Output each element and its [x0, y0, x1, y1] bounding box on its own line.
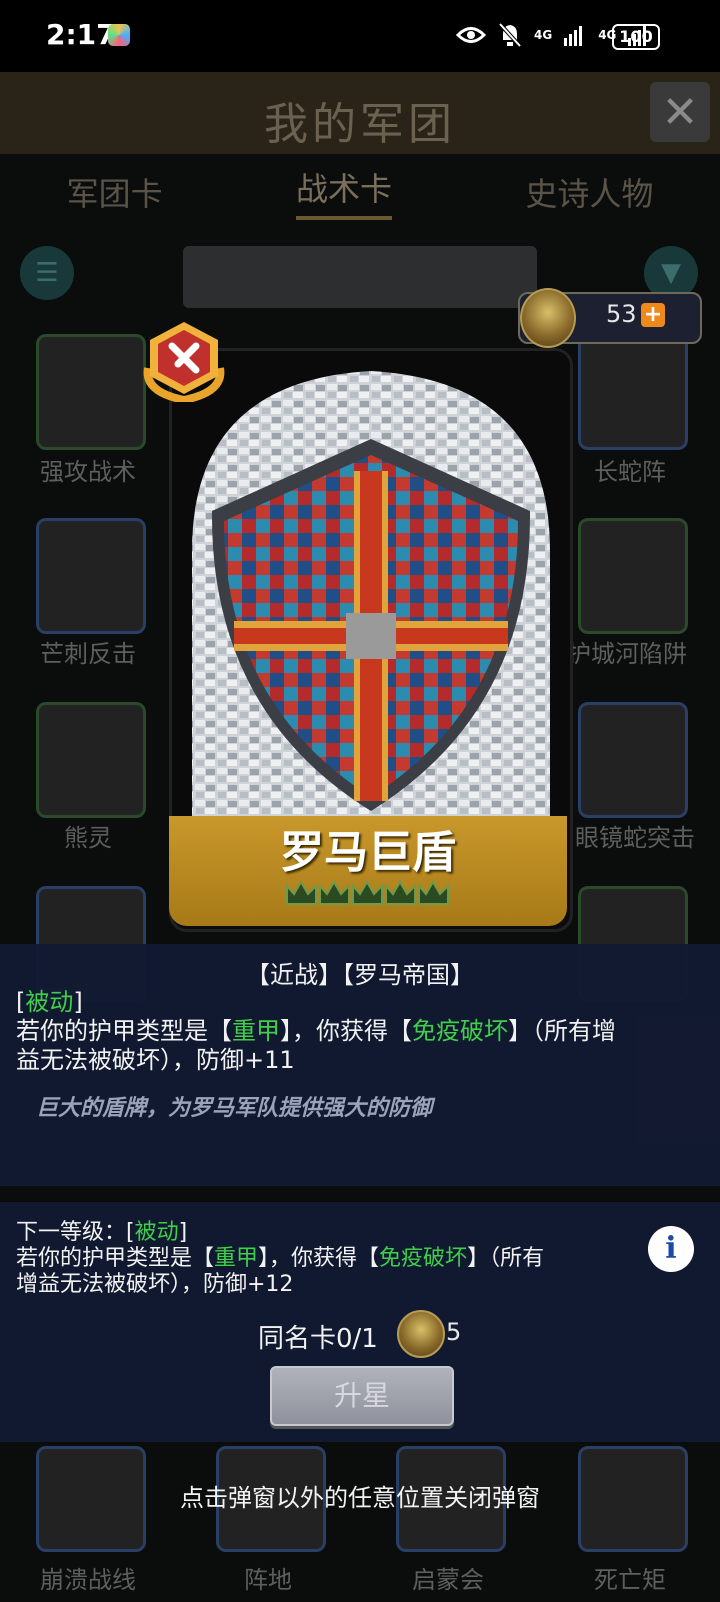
- card-name: 罗马巨盾: [280, 827, 456, 878]
- add-medal-button[interactable]: +: [641, 303, 665, 327]
- bg-card-5: [578, 334, 688, 450]
- medal-amount: 53: [606, 300, 637, 328]
- bg-card-label-10: 阵地: [244, 1566, 292, 1594]
- bell-mute-icon: [498, 22, 522, 48]
- background-close-icon: ✕: [650, 82, 710, 142]
- crown-icon-2: [319, 880, 350, 905]
- roman-shield-artwork: [172, 351, 570, 821]
- bg-card-label-12: 死亡矩: [594, 1566, 666, 1594]
- battery-indicator: 100: [612, 24, 660, 50]
- effect-desc-line-1: 若你的护甲类型是【重甲】，你获得【免疫破坏】（所有增: [16, 1017, 616, 1046]
- desc-text-2: 】，你获得【: [280, 1017, 412, 1045]
- bg-card-1: [36, 334, 146, 450]
- background-title: 我的军团: [264, 99, 456, 150]
- effect-keyword: 免疫破坏: [412, 1017, 508, 1045]
- crown-icon-1: [286, 880, 317, 905]
- effect-desc-line-2: 益无法被破坏），防御+11: [16, 1046, 295, 1074]
- next-desc-text-1: 若你的护甲类型是【: [16, 1246, 215, 1271]
- bg-card-label-5: 长蛇阵: [594, 458, 666, 486]
- background-search-bar: [183, 246, 537, 308]
- flavor-text: 巨大的盾牌，为罗马军队提供强大的防御: [36, 1096, 433, 1121]
- bg-card-7: [578, 702, 688, 818]
- bg-card-label-3: 熊灵: [64, 824, 112, 852]
- bg-card-3: [36, 702, 146, 818]
- bg-card-label-7: 眼镜蛇突击: [575, 824, 695, 852]
- card-tags: 【近战】【罗马帝国】: [246, 961, 474, 989]
- next-desc-text-3: 】（所有: [467, 1246, 545, 1271]
- background-tabs: 军团卡 战术卡 史诗人物: [0, 162, 720, 222]
- tab-legion-cards: 军团卡: [66, 175, 163, 213]
- bg-card-label-2: 芒刺反击: [40, 640, 136, 668]
- card-star-rating: [285, 878, 451, 912]
- upgrade-star-button[interactable]: 升星: [270, 1366, 454, 1426]
- desc-text-3: 】（所有增: [508, 1017, 616, 1045]
- medal-icon: [520, 288, 576, 348]
- armor-keyword: 重甲: [232, 1017, 280, 1045]
- effect-type-line: [被动]: [16, 988, 83, 1016]
- info-button[interactable]: i: [648, 1226, 694, 1272]
- bg-card-label-1: 强攻战术: [40, 458, 136, 486]
- desc-text-1: 若你的护甲类型是【: [16, 1017, 232, 1045]
- bg-card-label-11: 启蒙会: [412, 1566, 484, 1594]
- next-level-type-line: 下一等级：[被动]: [16, 1220, 188, 1245]
- menu-list-icon: ☰: [20, 246, 74, 300]
- next-level-type: 被动: [134, 1220, 179, 1245]
- crown-icon-4: [385, 880, 416, 905]
- upgrade-medal-cost: 5: [446, 1318, 462, 1346]
- next-effect-keyword: 免疫破坏: [379, 1246, 468, 1271]
- next-level-label: 下一等级：: [16, 1220, 127, 1245]
- status-time: 2:17: [46, 18, 116, 51]
- bg-card-label-9: 崩溃战线: [40, 1566, 136, 1594]
- duplicate-card-count: 同名卡0/1: [258, 1324, 378, 1354]
- next-level-desc-line-2: 增益无法被破坏），防御+12: [16, 1272, 294, 1297]
- rank-badge-icon: [143, 322, 225, 402]
- next-level-desc-line-1: 若你的护甲类型是【重甲】，你获得【免疫破坏】（所有: [16, 1244, 544, 1273]
- bg-card-label-6: 护城河陷阱: [567, 640, 687, 668]
- tab-epic-heroes: 史诗人物: [525, 175, 654, 213]
- next-desc-text-2: 】，你获得【: [258, 1246, 380, 1271]
- bg-card-6: [578, 518, 688, 634]
- next-armor-keyword: 重甲: [214, 1246, 259, 1271]
- eye-icon: [456, 27, 486, 43]
- signal-icon: [564, 26, 583, 46]
- crown-icon-5: [418, 880, 449, 905]
- app-notification-icon: [108, 24, 130, 46]
- network-4g-1: 4G: [534, 28, 553, 42]
- medal-cost-icon: [397, 1310, 445, 1358]
- effect-type: 被动: [25, 988, 74, 1016]
- crown-icon-3: [352, 880, 383, 905]
- tab-tactic-cards: 战术卡: [295, 164, 392, 220]
- close-hint: 点击弹窗以外的任意位置关闭弹窗: [180, 1484, 540, 1512]
- bg-card-2: [36, 518, 146, 634]
